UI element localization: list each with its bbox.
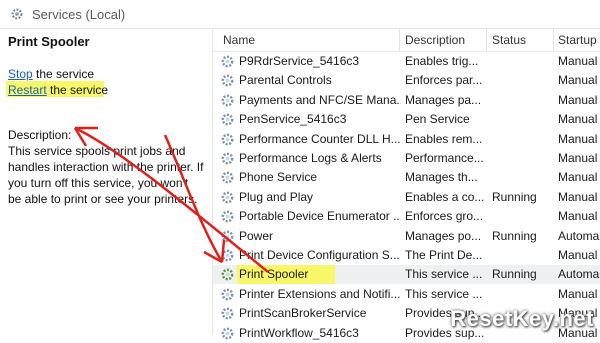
service-status: Running [492, 189, 537, 204]
service-description: Enforces par... [405, 73, 483, 88]
service-row[interactable]: Power Manages po... Running Automa [213, 227, 600, 246]
stop-action: Stop the service [8, 67, 94, 81]
service-description: Enables trig... [405, 54, 479, 68]
service-description: Pen Service [405, 112, 470, 127]
service-startup: Manual [558, 92, 598, 107]
service-row[interactable]: Parental Controls Enforces par... Manual [213, 71, 600, 90]
service-gear-icon [221, 230, 234, 242]
service-row[interactable]: P9RdrService_5416c3 Enables trig... Manual [213, 52, 600, 71]
description-label: Description: [8, 128, 72, 142]
service-description: Manages th... [405, 170, 478, 185]
service-gear-icon [221, 94, 234, 107]
service-gear-icon [221, 249, 234, 262]
service-description: Manages pa... [405, 92, 482, 107]
service-startup: Automa [558, 267, 600, 282]
service-name: Performance Counter DLL H... [239, 131, 401, 146]
service-gear-icon [221, 133, 234, 145]
column-header-row: Name Description Status Startup [213, 29, 600, 52]
service-row[interactable]: Print Device Configuration S... The Print… [213, 246, 600, 265]
service-name: Payments and NFC/SE Mana... [239, 92, 401, 107]
column-status-header[interactable]: Status [492, 33, 526, 47]
service-name: PrintWorkflow_5416c3 [239, 325, 359, 340]
service-gear-icon [221, 152, 234, 165]
services-gear-icon [11, 8, 23, 20]
service-gear-icon [221, 327, 234, 339]
service-gear-icon [221, 288, 234, 301]
service-startup: Manual [558, 286, 598, 301]
service-startup: Manual [558, 209, 598, 224]
service-row[interactable]: Printer Extensions and Notifi... This ser… [213, 285, 600, 304]
restart-action: Restart the service [8, 83, 108, 97]
service-name: PenService_5416c3 [239, 112, 347, 127]
service-name: P9RdrService_5416c3 [239, 54, 360, 68]
details-panel: Print Spooler Stop the service Restart t… [0, 29, 213, 334]
service-row[interactable]: Print Spooler This service ... Running Auto… [213, 265, 600, 285]
service-description: Enforces gro... [405, 209, 484, 224]
service-name: Phone Service [239, 170, 318, 185]
column-name-header[interactable]: Name [223, 33, 255, 47]
description-text: This service spools print jobs and handl… [8, 144, 204, 206]
stop-suffix: the service [32, 67, 95, 81]
service-gear-icon [221, 268, 234, 281]
service-row[interactable]: PenService_5416c3 Pen Service Manual [213, 110, 600, 129]
service-startup: Manual [558, 248, 598, 262]
column-separator[interactable] [553, 29, 554, 51]
service-name: Parental Controls [239, 73, 332, 88]
service-description: The Print De... [405, 248, 483, 262]
service-description: Enables rem... [405, 131, 483, 146]
service-gear-icon [221, 113, 234, 126]
service-startup: Manual [558, 131, 598, 146]
restart-suffix: the service [46, 83, 109, 97]
service-row[interactable]: Portable Device Enumerator ... Enforces g… [213, 207, 600, 226]
column-separator[interactable] [399, 29, 400, 51]
service-startup: Manual [558, 151, 598, 165]
service-description: Enables a co... [405, 189, 485, 204]
service-startup: Manual [558, 54, 598, 68]
restart-link[interactable]: Restart [8, 83, 47, 97]
service-startup: Manual [558, 112, 598, 127]
service-startup: Manual [558, 73, 598, 88]
service-gear-icon [221, 191, 234, 204]
service-row[interactable]: Performance Counter DLL H... Enables rem.… [213, 130, 600, 149]
service-gear-icon [221, 210, 234, 223]
column-startup-header[interactable]: Startup [558, 33, 597, 47]
service-name: Print Spooler [239, 267, 309, 282]
selected-service-title: Print Spooler [8, 34, 90, 49]
service-status: Running [492, 228, 537, 243]
service-description: This service ... [405, 267, 483, 282]
service-gear-icon [221, 307, 234, 320]
service-row[interactable]: Plug and Play Enables a co... Running Manua… [213, 188, 600, 207]
service-description: This service ... [405, 286, 483, 301]
service-name: PrintScanBrokerService [239, 306, 367, 321]
watermark-logo: ResetKey.net [450, 306, 594, 331]
service-status: Running [492, 267, 537, 282]
service-name: Print Device Configuration S... [239, 248, 400, 262]
service-gear-icon [221, 74, 234, 87]
service-name: Portable Device Enumerator ... [239, 209, 401, 224]
service-name: Printer Extensions and Notifi... [239, 286, 401, 301]
column-separator[interactable] [486, 29, 487, 51]
service-startup: Automa [558, 228, 600, 243]
service-startup: Manual [558, 189, 598, 204]
title-bar: Services (Local) [0, 0, 600, 29]
service-gear-icon [221, 171, 234, 184]
services-list: Name Description Status Startup P9RdrSer… [213, 29, 600, 340]
column-description-header[interactable]: Description [405, 33, 465, 47]
service-row[interactable]: Payments and NFC/SE Mana... Manages pa...… [213, 91, 600, 110]
service-name: Power [239, 228, 274, 243]
stop-link[interactable]: Stop [8, 67, 33, 81]
service-gear-icon [221, 55, 234, 68]
service-description: Performance... [405, 151, 484, 165]
service-description: Manages po... [405, 228, 482, 243]
service-startup: Manual [558, 170, 598, 185]
service-name: Performance Logs & Alerts [239, 151, 382, 165]
service-row[interactable]: Performance Logs & Alerts Performance... M… [213, 149, 600, 168]
service-row[interactable]: Phone Service Manages th... Manual [213, 168, 600, 187]
service-name: Plug and Play [239, 189, 314, 204]
window-title: Services (Local) [32, 6, 126, 22]
